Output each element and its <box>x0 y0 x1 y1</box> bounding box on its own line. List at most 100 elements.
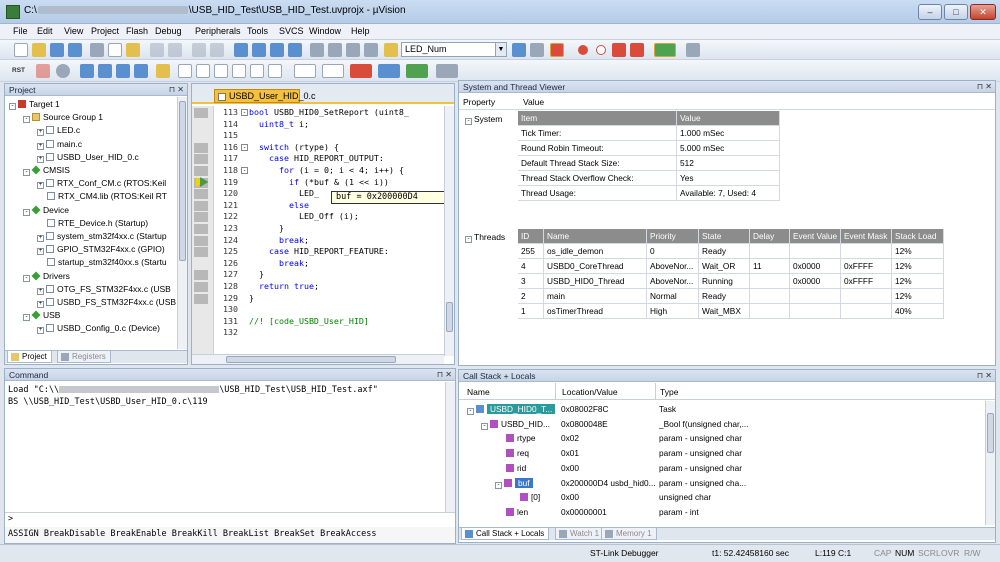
symbols-window-icon[interactable] <box>214 64 228 78</box>
watch-window-icon[interactable] <box>268 64 282 78</box>
insert-breakpoint-icon[interactable] <box>578 45 588 55</box>
code-line[interactable]: for (i = 0; i < 4; i++) { <box>249 165 404 177</box>
expand-toggle-icon[interactable]: + <box>37 142 44 150</box>
clear-bookmarks-icon[interactable] <box>288 43 302 57</box>
tab-usbd-user-hid[interactable]: USBD_User_HID_0.c <box>214 89 316 103</box>
new-file-icon[interactable] <box>14 43 28 57</box>
tree-item[interactable]: RTE_Device.h (Startup) <box>37 217 148 230</box>
menu-project[interactable]: Project <box>91 26 119 36</box>
tree-item[interactable]: + USBD_FS_STM32F4xx.c (USB <box>37 296 176 309</box>
tree-item[interactable]: + LED.c <box>37 124 80 137</box>
tree-item[interactable]: + system_stm32f4xx.c (Startup <box>37 230 167 243</box>
menu-flash[interactable]: Flash <box>126 26 148 36</box>
tree-item[interactable]: + RTX_Conf_CM.c (RTOS:Keil <box>37 177 166 190</box>
code-line[interactable]: } <box>249 223 284 235</box>
editor-hscrollbar[interactable] <box>192 354 444 364</box>
tree-item[interactable]: + main.c <box>37 138 82 151</box>
tab-call-stack-locals[interactable]: Call Stack + Locals <box>461 528 550 540</box>
stop-icon[interactable] <box>56 64 70 78</box>
next-bookmark-icon[interactable] <box>270 43 284 57</box>
reset-icon[interactable]: RST <box>12 63 30 78</box>
tab-watch-1[interactable]: Watch 1 <box>555 528 605 540</box>
code-line[interactable]: case HID_REPORT_OUTPUT: <box>249 153 384 165</box>
uncomment-icon[interactable] <box>364 43 378 57</box>
redo-icon[interactable] <box>168 43 182 57</box>
tree-item[interactable]: - Drivers <box>23 270 70 283</box>
tab-registers[interactable]: Registers <box>57 351 111 363</box>
save-icon[interactable] <box>50 43 64 57</box>
indent-icon[interactable] <box>310 43 324 57</box>
code-line[interactable]: } <box>249 293 254 305</box>
window-layout-icon[interactable] <box>654 43 676 57</box>
command-window-icon[interactable] <box>178 64 192 78</box>
nav-forward-icon[interactable] <box>210 43 224 57</box>
code-line[interactable]: //! [code_USBD_User_HID] <box>249 316 369 328</box>
menu-view[interactable]: View <box>64 26 83 36</box>
menu-tools[interactable]: Tools <box>247 26 268 36</box>
menu-peripherals[interactable]: Peripherals <box>195 26 241 36</box>
expand-toggle-icon[interactable]: - <box>481 422 488 430</box>
tree-item[interactable]: + USBD_User_HID_0.c <box>37 151 139 164</box>
scroll-thumb[interactable] <box>226 356 396 363</box>
code-line[interactable]: uint8_t i; <box>249 119 309 131</box>
tools-options-icon[interactable] <box>686 43 700 57</box>
expand-toggle-icon[interactable]: - <box>23 116 30 124</box>
tree-item[interactable]: - CMSIS <box>23 164 70 177</box>
fold-toggle-icon[interactable]: - <box>241 109 248 116</box>
code-line[interactable]: case HID_REPORT_FEATURE: <box>249 246 389 258</box>
pin-close-icon[interactable]: ⊓ ✕ <box>977 370 992 382</box>
expand-toggle-icon[interactable]: - <box>23 169 30 176</box>
pin-close-icon[interactable]: ⊓ ✕ <box>977 81 992 93</box>
tree-item[interactable]: - USB <box>23 309 60 322</box>
callstack-row[interactable]: rid 0x00 param - unsigned char <box>459 461 985 476</box>
editor-vscrollbar[interactable] <box>444 106 454 356</box>
copy-icon[interactable] <box>108 43 122 57</box>
expand-toggle-icon[interactable]: - <box>9 103 16 110</box>
pin-close-icon[interactable]: ⊓ ✕ <box>437 369 452 381</box>
menu-help[interactable]: Help <box>351 26 370 36</box>
code-line[interactable]: if (*buf & (1 << i)) <box>249 177 389 189</box>
tab-memory-1[interactable]: Memory 1 <box>601 528 657 540</box>
expand-toggle-icon[interactable]: + <box>37 182 44 190</box>
analysis-window-icon[interactable] <box>350 64 372 78</box>
threads-node[interactable]: - Threads <box>465 232 505 243</box>
code-line[interactable]: switch (rtype) { <box>249 142 339 154</box>
code-line[interactable]: LED_ <box>249 188 319 200</box>
undo-icon[interactable] <box>150 43 164 57</box>
expand-toggle-icon[interactable]: - <box>495 481 502 489</box>
tree-item[interactable]: + USBD_Config_0.c (Device) <box>37 322 160 335</box>
cut-icon[interactable] <box>90 43 104 57</box>
tree-item[interactable]: - Target 1 <box>9 98 60 111</box>
disable-breakpoints-icon[interactable] <box>612 43 626 57</box>
paste-icon[interactable] <box>126 43 140 57</box>
config-wizard-icon[interactable] <box>530 43 544 57</box>
scroll-thumb[interactable] <box>446 302 453 332</box>
run-to-cursor-icon[interactable] <box>134 64 148 78</box>
run-icon[interactable] <box>36 64 50 78</box>
code-line[interactable]: } <box>249 269 264 281</box>
fold-toggle-icon[interactable]: - <box>241 143 248 151</box>
callstack-scrollbar[interactable] <box>985 401 995 525</box>
kill-breakpoints-icon[interactable] <box>630 43 644 57</box>
save-all-icon[interactable] <box>68 43 82 57</box>
callstack-row[interactable]: rtype 0x02 param - unsigned char <box>459 431 985 446</box>
code-line[interactable]: break; <box>249 258 309 270</box>
expand-toggle-icon[interactable]: + <box>37 301 44 308</box>
command-scrollbar[interactable] <box>445 382 455 512</box>
start-stop-debug-icon[interactable] <box>550 43 564 57</box>
prev-bookmark-icon[interactable] <box>252 43 266 57</box>
bookmark-icon[interactable] <box>234 43 248 57</box>
expand-toggle-icon[interactable]: - <box>467 408 474 415</box>
target-select[interactable]: LED_Num ▼ <box>401 42 507 57</box>
memory-window-icon[interactable] <box>294 64 316 78</box>
expand-toggle-icon[interactable]: - <box>23 208 30 216</box>
menu-edit[interactable]: Edit <box>37 26 53 36</box>
callstack-row[interactable]: [0] 0x00 unsigned char <box>459 490 985 505</box>
trace-window-icon[interactable] <box>378 64 400 78</box>
comment-icon[interactable] <box>346 43 360 57</box>
nav-back-icon[interactable] <box>192 43 206 57</box>
registers-window-icon[interactable] <box>232 64 246 78</box>
open-folder-icon[interactable] <box>32 43 46 57</box>
command-input[interactable]: > <box>5 512 455 526</box>
tree-item[interactable]: + OTG_FS_STM32F4xx.c (USB <box>37 283 171 296</box>
